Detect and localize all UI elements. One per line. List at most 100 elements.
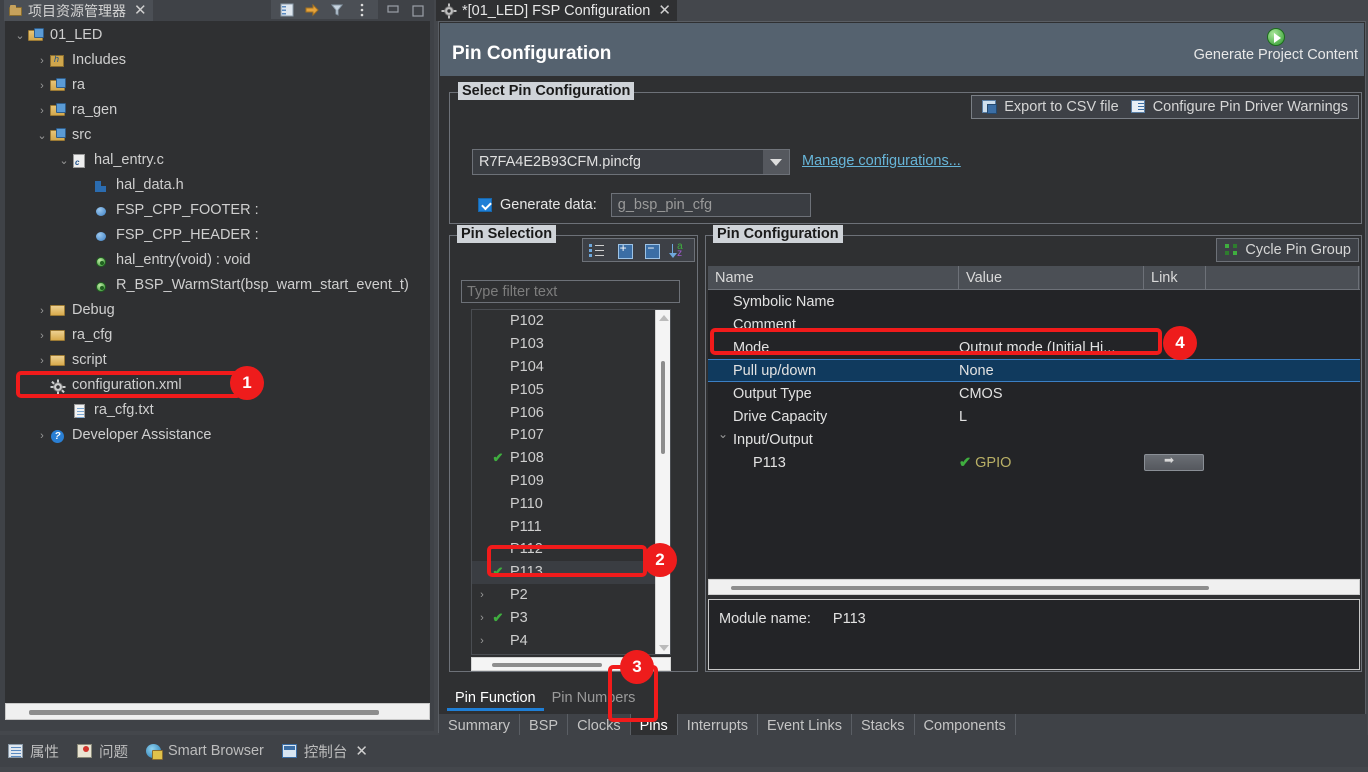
chevron-down-icon[interactable]: ⌄ [57, 154, 71, 167]
maximize-icon[interactable] [411, 4, 425, 16]
pin-configuration-dropdown[interactable]: R7FA4E2B93CFM.pincfg [472, 149, 790, 175]
collapse-all-icon[interactable] [279, 2, 295, 18]
table-cell-value[interactable]: Output mode (Initial Hi... [959, 340, 1144, 356]
table-row[interactable]: Input/Output [708, 428, 1360, 451]
scrollbar-thumb[interactable] [661, 361, 665, 454]
project-tree[interactable]: ⌄01_LED›Includes›ra›ra_gen⌄src⌄hal_entry… [5, 21, 430, 703]
table-row[interactable]: ModeOutput mode (Initial Hi... [708, 336, 1360, 359]
view-filter-icon[interactable] [329, 2, 345, 18]
pin-list-item-p105[interactable]: P105 [472, 378, 670, 401]
pin-list-item-p111[interactable]: P111 [472, 515, 670, 538]
chevron-right-icon[interactable]: › [35, 105, 49, 117]
scroll-up-arrow-icon[interactable] [659, 315, 669, 321]
chevron-down-icon[interactable] [763, 150, 789, 174]
pin-filter-input[interactable]: Type filter text [461, 280, 680, 303]
tree-item-ra-cfg-txt[interactable]: ra_cfg.txt [5, 398, 430, 423]
chevron-down-icon[interactable]: ⌄ [35, 129, 49, 142]
table-row[interactable]: Pull up/downNone [708, 359, 1360, 382]
table-row[interactable]: Comment [708, 313, 1360, 336]
tab-project-explorer[interactable]: 项目资源管理器 ✕ [4, 0, 153, 21]
scrollbar-thumb[interactable] [492, 663, 602, 667]
pin-list-item-p109[interactable]: P109 [472, 470, 670, 493]
table-cell-value[interactable]: ✔GPIO [959, 455, 1144, 471]
tree-item-fsp-cpp-footer-[interactable]: FSP_CPP_FOOTER : [5, 198, 430, 223]
generate-data-input[interactable]: g_bsp_pin_cfg [611, 193, 811, 217]
tree-item-developer-assistance[interactable]: ›?Developer Assistance [5, 423, 430, 448]
tree-item-configuration-xml[interactable]: configuration.xml [5, 373, 430, 398]
pin-view-tabs[interactable]: Pin FunctionPin Numbers [447, 685, 643, 711]
view-menu-icon[interactable] [354, 2, 370, 18]
tree-item-ra-gen[interactable]: ›ra_gen [5, 98, 430, 123]
minimize-icon[interactable] [386, 4, 400, 16]
chevron-right-icon[interactable]: › [474, 612, 490, 624]
scroll-down-arrow-icon[interactable] [659, 645, 669, 651]
tree-item-includes[interactable]: ›Includes [5, 48, 430, 73]
generate-project-content-button[interactable]: Generate Project Content [1194, 28, 1358, 63]
chevron-right-icon[interactable]: › [35, 430, 49, 442]
bottom-view-problems[interactable]: 问题 [77, 741, 128, 762]
scrollbar-thumb[interactable] [29, 710, 379, 715]
export-to-csv-button[interactable]: Export to CSV file [982, 99, 1118, 115]
sort-icon[interactable] [671, 242, 689, 259]
pin-list-item-p106[interactable]: P106 [472, 401, 670, 424]
explorer-horizontal-scrollbar[interactable] [5, 703, 430, 720]
tree-item-ra[interactable]: ›ra [5, 73, 430, 98]
pin-list-item-p108[interactable]: ✔P108 [472, 447, 670, 470]
pin-list-item-p104[interactable]: P104 [472, 356, 670, 379]
collapse-all-icon[interactable] [643, 242, 661, 259]
chevron-right-icon[interactable]: › [35, 55, 49, 67]
close-icon[interactable]: ✕ [134, 3, 147, 18]
tab-pin-numbers[interactable]: Pin Numbers [544, 685, 644, 711]
table-cell-value[interactable]: L [959, 409, 1144, 425]
tree-item-hal-entry-void-void[interactable]: hal_entry(void) : void [5, 248, 430, 273]
table-cell-value[interactable]: CMOS [959, 386, 1144, 402]
bottom-view-console[interactable]: 控制台 [282, 741, 348, 762]
show-all-pins-icon[interactable] [588, 242, 606, 259]
chevron-right-icon[interactable]: › [35, 305, 49, 317]
tree-item-r-bsp-warmstart-bsp-warm-start-event-t-[interactable]: R_BSP_WarmStart(bsp_warm_start_event_t) [5, 273, 430, 298]
tree-item-fsp-cpp-header-[interactable]: FSP_CPP_HEADER : [5, 223, 430, 248]
tree-item-hal-data-h[interactable]: hal_data.h [5, 173, 430, 198]
tree-item-src[interactable]: ⌄src [5, 123, 430, 148]
configure-pin-driver-warnings-button[interactable]: Configure Pin Driver Warnings [1131, 99, 1348, 115]
link-with-editor-icon[interactable] [304, 2, 320, 18]
pin-list-item-p112[interactable]: P112 [472, 538, 670, 561]
tree-item-debug[interactable]: ›Debug [5, 298, 430, 323]
table-row[interactable]: P113✔GPIO [708, 451, 1360, 474]
pin-list-item-p107[interactable]: P107 [472, 424, 670, 447]
chevron-right-icon[interactable]: › [35, 355, 49, 367]
tree-item-script[interactable]: ›script [5, 348, 430, 373]
pin-list-vertical-scrollbar[interactable] [655, 310, 670, 655]
tree-item-ra-cfg[interactable]: ›ra_cfg [5, 323, 430, 348]
bottom-view-smart-browser[interactable]: Smart Browser [146, 743, 264, 759]
tab-pin-function[interactable]: Pin Function [447, 685, 544, 711]
chevron-right-icon[interactable]: › [474, 635, 490, 647]
chevron-right-icon[interactable]: › [35, 330, 49, 342]
pin-list-item-p113[interactable]: ✔P113 [472, 561, 670, 584]
pin-list-item-p4[interactable]: ›P4 [472, 629, 670, 652]
close-icon[interactable]: ✕ [658, 3, 671, 18]
table-cell-value[interactable]: None [959, 363, 1144, 379]
table-row[interactable]: Symbolic Name [708, 290, 1360, 313]
cycle-pin-group-button[interactable]: Cycle Pin Group [1216, 238, 1359, 262]
pin-list-item-p110[interactable]: P110 [472, 492, 670, 515]
manage-configurations-link[interactable]: Manage configurations... [802, 153, 961, 169]
pin-list-item-p2[interactable]: ›P2 [472, 584, 670, 607]
chevron-down-icon[interactable]: ⌄ [13, 29, 27, 42]
chevron-right-icon[interactable]: › [35, 80, 49, 92]
pin-list-item-p102[interactable]: P102 [472, 310, 670, 333]
scrollbar-thumb[interactable] [731, 586, 1209, 590]
pin-config-horizontal-scrollbar[interactable] [708, 579, 1360, 595]
table-row[interactable]: Drive CapacityL [708, 405, 1360, 428]
tab-fsp-configuration[interactable]: *[01_LED] FSP Configuration ✕ [436, 0, 677, 21]
expand-all-icon[interactable] [616, 242, 634, 259]
table-row[interactable]: Output TypeCMOS [708, 382, 1360, 405]
pin-list[interactable]: P102P103P104P105P106P107✔P108P109P110P11… [471, 309, 671, 655]
close-icon[interactable]: ✕ [355, 742, 368, 760]
generate-data-checkbox[interactable] [478, 198, 492, 212]
chevron-right-icon[interactable]: › [474, 589, 490, 601]
pin-list-item-p3[interactable]: ›✔P3 [472, 606, 670, 629]
tree-item-01-led[interactable]: ⌄01_LED [5, 23, 430, 48]
tree-item-hal-entry-c[interactable]: ⌄hal_entry.c [5, 148, 430, 173]
pin-list-item-p103[interactable]: P103 [472, 333, 670, 356]
